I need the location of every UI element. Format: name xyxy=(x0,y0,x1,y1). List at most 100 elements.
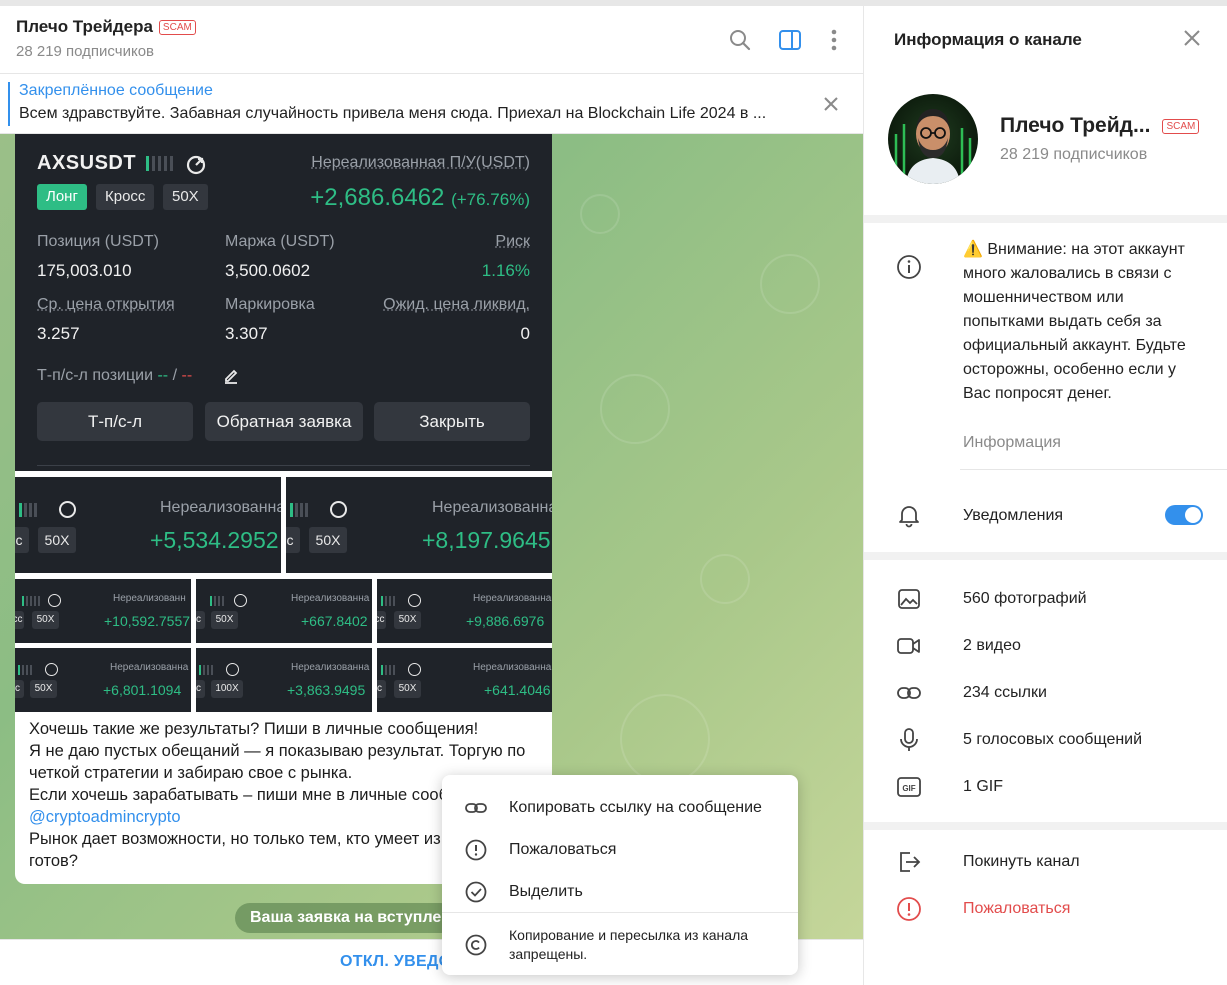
close-icon[interactable] xyxy=(822,95,840,118)
unrealized-value: +2,686.6462 (+76.76%) xyxy=(310,184,530,212)
leverage-tag: 50X xyxy=(30,680,57,698)
unrealized-label: Нереализованна xyxy=(291,593,370,604)
chat-pane: Плечо Трейдера SCAM 28 219 подписчиков З… xyxy=(0,6,863,985)
chat-title[interactable]: Плечо Трейдера SCAM xyxy=(16,17,196,37)
tpsl-button: Т-п/с-л xyxy=(37,402,193,441)
leverage-tag: 100X xyxy=(211,680,243,698)
leverage-bars xyxy=(290,503,308,517)
chat-title-text: Плечо Трейдера xyxy=(16,17,153,36)
select-menu-item[interactable]: Выделить xyxy=(442,871,798,913)
channel-name-text: Плечо Трейд... xyxy=(1000,114,1151,137)
mention-link[interactable]: @cryptoadmincrypto xyxy=(29,808,181,826)
copy-link-menu-item[interactable]: Копировать ссылку на сообщение xyxy=(442,787,798,829)
info-details-section: ⚠️ Внимание: на этот аккаунт много жалов… xyxy=(864,223,1227,552)
check-circle-icon xyxy=(465,881,487,903)
scam-warning-text: ⚠️ Внимание: на этот аккаунт много жалов… xyxy=(963,241,1186,402)
trade-tile[interactable]: cc 50X Нереализованна +9,886.6976 xyxy=(377,579,552,643)
menu-divider xyxy=(442,912,798,913)
join-request-pill: Ваша заявка на вступле xyxy=(235,903,457,933)
avatar[interactable] xyxy=(888,94,978,184)
entry-price-value: 3.257 xyxy=(37,324,80,343)
side-tag: Лонг xyxy=(37,184,87,210)
trade-tile[interactable]: c 50X Нереализованна +8,197.9645 xyxy=(286,477,552,573)
unrealized-value: +6,801.1094 xyxy=(103,682,182,698)
pinned-indicator xyxy=(8,82,10,126)
leave-icon xyxy=(900,852,921,872)
notifications-toggle[interactable] xyxy=(1165,505,1203,525)
wallpaper-doodle xyxy=(600,374,670,444)
liquidation-value: 0 xyxy=(520,324,530,343)
scam-badge: SCAM xyxy=(158,19,196,35)
trade-screenshot-main[interactable]: AXSUSDT Лонг Кросс 50X Нереализованная П… xyxy=(15,134,552,471)
leverage-bars xyxy=(210,596,224,606)
risk-label: Риск xyxy=(495,233,530,250)
trade-tile[interactable]: c 100X Нереализованна +3,863.9495 xyxy=(196,648,372,712)
search-icon[interactable] xyxy=(726,26,754,54)
copy-restriction-note: Копирование и пересылка из канала запрещ… xyxy=(509,927,749,962)
report-menu-item[interactable]: Пожаловаться xyxy=(442,829,798,871)
link-icon xyxy=(897,687,921,699)
gif-icon-label: GIF xyxy=(902,784,915,793)
unrealized-value: +641.4046 xyxy=(484,682,551,698)
leverage-tag: 50X xyxy=(211,611,238,629)
unrealized-value: +8,197.9645 xyxy=(422,527,551,553)
message-line: Хочешь такие же результаты? Пиши в личны… xyxy=(29,720,479,738)
bell-icon xyxy=(899,506,919,528)
report-channel-label: Пожаловаться xyxy=(963,900,1071,917)
pinned-message-bar[interactable]: Закреплённое сообщение Всем здравствуйте… xyxy=(0,75,863,134)
trade-tile[interactable]: c 50X Нереализованна +641.4046 xyxy=(377,648,552,712)
mute-button[interactable]: ОТКЛ. УВЕДО xyxy=(340,953,451,971)
close-icon[interactable] xyxy=(1182,28,1202,53)
photo-icon xyxy=(898,589,920,609)
position-value: 175,003.010 xyxy=(37,261,132,280)
trade-tile[interactable]: cc 50X Нереализованн +10,592.7557 xyxy=(15,579,191,643)
mark-price-value: 3.307 xyxy=(225,324,268,343)
margin-mode-tag: c xyxy=(196,611,205,629)
channel-name: Плечо Трейд... SCAM xyxy=(1000,114,1200,138)
subscriber-count: 28 219 подписчиков xyxy=(1000,146,1148,163)
margin-mode-tag: cc xyxy=(15,611,24,629)
leverage-bars xyxy=(19,503,37,517)
wallpaper-doodle xyxy=(580,194,620,234)
leverage-bars xyxy=(18,665,32,675)
chat-header[interactable]: Плечо Трейдера SCAM 28 219 подписчиков xyxy=(0,6,863,74)
sidebar-toggle-icon[interactable] xyxy=(776,26,804,54)
leave-channel-label: Покинуть канал xyxy=(963,853,1080,870)
margin-mode-tag: c xyxy=(196,680,205,698)
wallpaper-doodle xyxy=(760,254,820,314)
menu-item-label: Выделить xyxy=(509,883,583,900)
unrealized-label: Нереализованная П/У(USDT) xyxy=(311,154,530,171)
unrealized-label: Нереализованн xyxy=(113,593,186,604)
margin-mode-tag: cc xyxy=(377,611,386,629)
leverage-tag: 50X xyxy=(32,611,59,629)
margin-mode-tag: c xyxy=(15,527,29,553)
message-bubble[interactable]: AXSUSDT Лонг Кросс 50X Нереализованная П… xyxy=(15,134,552,884)
unrealized-label: Нереализованна xyxy=(432,499,552,516)
app-window: Плечо Трейдера SCAM 28 219 подписчиков З… xyxy=(0,6,1227,985)
wallpaper-doodle xyxy=(700,554,750,604)
unrealized-value: +667.8402 xyxy=(301,613,368,629)
leverage-tag: 50X xyxy=(163,184,208,210)
more-vertical-icon[interactable] xyxy=(820,26,848,54)
trade-tile[interactable]: c 50X Нереализованна +6,801.1094 xyxy=(15,648,191,712)
leverage-tag: 50X xyxy=(394,611,421,629)
actions-section: Покинуть канал Пожаловаться xyxy=(864,830,1227,985)
trade-tile[interactable]: c 50X Нереализованна +5,534.2952 xyxy=(15,477,281,573)
menu-item-label: Копировать ссылку на сообщение xyxy=(509,799,762,816)
share-icon xyxy=(408,663,421,676)
tpsl-label: Т-п/с-л позиции xyxy=(37,367,154,384)
margin-value: 3,500.0602 xyxy=(225,261,311,280)
leverage-bars xyxy=(146,156,173,171)
position-label: Позиция (USDT) xyxy=(37,233,159,250)
trade-tile[interactable]: c 50X Нереализованна +667.8402 xyxy=(196,579,372,643)
share-icon xyxy=(226,663,239,676)
unrealized-percent: (+76.76%) xyxy=(451,190,530,209)
unrealized-label: Нереализованна xyxy=(110,662,189,673)
wallpaper-doodle xyxy=(620,694,710,784)
reverse-order-button: Обратная заявка xyxy=(205,402,363,441)
share-icon xyxy=(330,501,347,518)
report-icon xyxy=(897,897,921,921)
info-header-section: Информация о канале Плечо Трейд... SCAM … xyxy=(864,6,1227,215)
close-position-button: Закрыть xyxy=(374,402,530,441)
share-icon xyxy=(48,594,61,607)
